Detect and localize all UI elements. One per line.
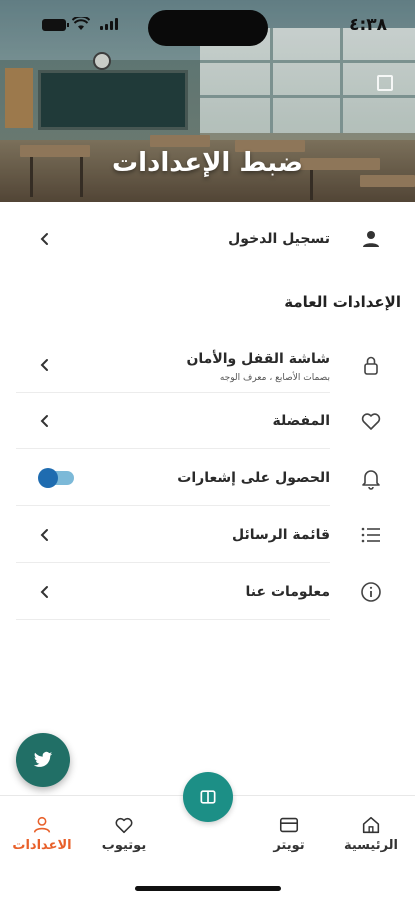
share-icon[interactable] bbox=[377, 75, 393, 91]
person-icon bbox=[33, 816, 51, 833]
page-title: ضبط الإعدادات bbox=[112, 148, 303, 178]
login-row[interactable]: تسجيل الدخول bbox=[16, 211, 330, 267]
settings-row-favorites[interactable]: المفضلة bbox=[16, 393, 330, 449]
bell-icon bbox=[362, 470, 380, 490]
chevron-left-icon bbox=[40, 233, 48, 245]
login-label: تسجيل الدخول bbox=[228, 231, 330, 247]
signal-icon bbox=[100, 18, 118, 30]
nav-label-twitter: تويتر bbox=[273, 838, 305, 853]
about-label: معلومات عنا bbox=[245, 584, 330, 600]
chevron-left-icon bbox=[40, 415, 48, 427]
chevron-left-icon bbox=[40, 359, 48, 371]
settings-row-about[interactable]: معلومات عنا bbox=[16, 564, 330, 620]
nav-item-settings[interactable]: الاعدادات bbox=[2, 814, 82, 853]
notifications-label: الحصول على إشعارات bbox=[177, 470, 330, 486]
twitter-bird-icon bbox=[33, 751, 53, 767]
battery-icon bbox=[42, 19, 69, 31]
lock-subtitle: بصمات الأصابع ، معرف الوجه bbox=[219, 373, 330, 383]
info-icon bbox=[361, 582, 381, 602]
card-icon bbox=[279, 817, 299, 833]
nav-item-home[interactable]: الرئيسية bbox=[331, 814, 411, 853]
home-indicator bbox=[135, 886, 281, 891]
nav-item-youtube[interactable]: يوتيوب bbox=[84, 814, 164, 853]
section-title-general: الإعدادات العامة bbox=[284, 293, 401, 311]
settings-row-lock[interactable]: شاشة القفل والأمان بصمات الأصابع ، معرف … bbox=[16, 337, 330, 393]
status-bar: ٤:٣٨ bbox=[0, 0, 415, 50]
heart-icon bbox=[361, 413, 381, 430]
lock-label: شاشة القفل والأمان bbox=[186, 351, 330, 367]
twitter-fab-button[interactable] bbox=[16, 733, 70, 787]
settings-row-messages[interactable]: قائمة الرسائل bbox=[16, 507, 330, 563]
favorites-label: المفضلة bbox=[272, 413, 330, 429]
messages-label: قائمة الرسائل bbox=[232, 527, 330, 543]
notifications-toggle[interactable] bbox=[38, 468, 74, 488]
chevron-left-icon bbox=[40, 586, 48, 598]
lock-icon bbox=[364, 356, 378, 375]
status-time: ٤:٣٨ bbox=[349, 15, 387, 35]
nav-label-settings: الاعدادات bbox=[12, 838, 72, 853]
nav-label-home: الرئيسية bbox=[343, 838, 399, 853]
heart-icon bbox=[115, 817, 133, 834]
book-icon bbox=[200, 790, 216, 804]
home-icon bbox=[362, 816, 380, 834]
settings-row-notifications: الحصول على إشعارات bbox=[16, 450, 330, 506]
center-action-button[interactable] bbox=[183, 772, 233, 822]
toggle-knob bbox=[38, 468, 58, 488]
chevron-left-icon bbox=[40, 529, 48, 541]
nav-item-twitter[interactable]: تويتر bbox=[249, 814, 329, 853]
nav-label-youtube: يوتيوب bbox=[101, 838, 147, 853]
wifi-icon bbox=[72, 17, 90, 30]
person-icon bbox=[363, 231, 379, 247]
list-icon bbox=[361, 527, 380, 543]
dynamic-island bbox=[148, 10, 268, 46]
